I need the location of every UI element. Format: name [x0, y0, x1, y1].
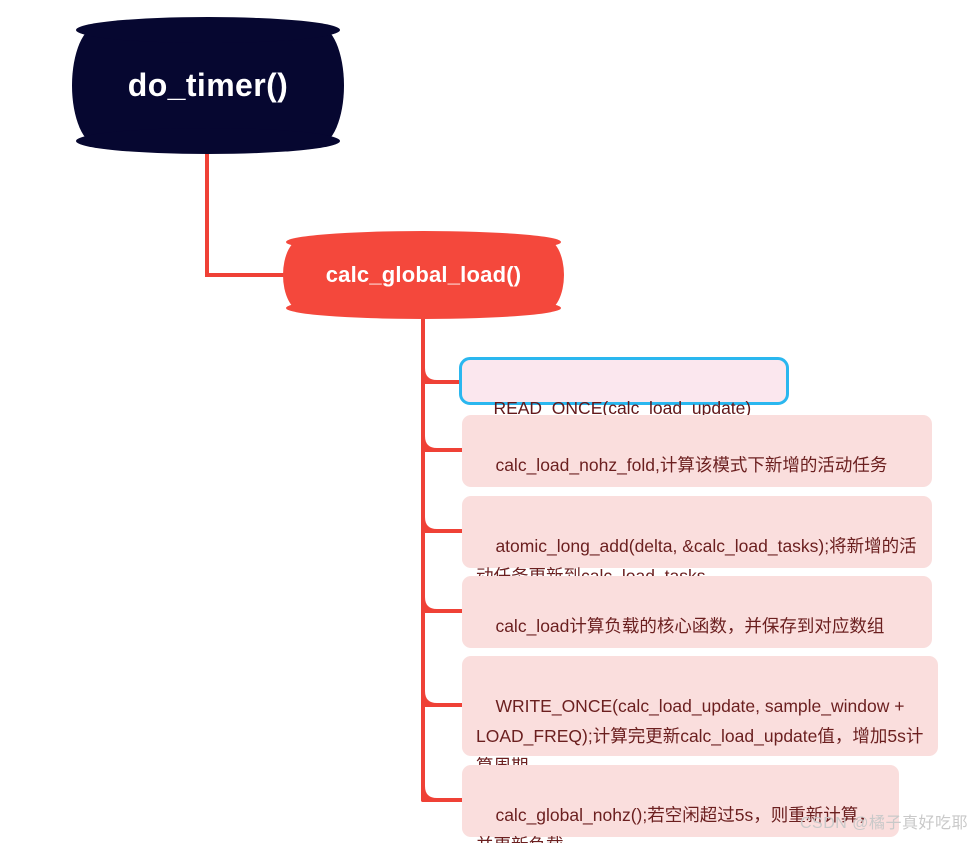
elbow-5: [421, 689, 439, 707]
node-do-timer[interactable]: do_timer(): [72, 17, 344, 154]
leaf-calc-load-nohz-fold-label: calc_load_nohz_fold,计算该模式下新增的活动任务: [495, 455, 888, 475]
node-calc-global-load-label: calc_global_load(): [325, 262, 522, 287]
edge-root-to-calc-global-load: [205, 143, 285, 277]
csdn-watermark: CSDN @橘子真好吃耶: [799, 815, 968, 832]
leaf-calc-load-core[interactable]: calc_load计算负载的核心函数，并保存到对应数组: [462, 576, 932, 648]
leaf-write-once[interactable]: WRITE_ONCE(calc_load_update, sample_wind…: [462, 656, 938, 776]
elbow-3: [421, 515, 439, 533]
leaf-read-once[interactable]: READ_ONCE(calc_load_update): [459, 357, 789, 418]
mindmap-canvas: do_timer() calc_global_load() READ_ONCE(…: [0, 0, 978, 843]
leaf-calc-load-nohz-fold[interactable]: calc_load_nohz_fold,计算该模式下新增的活动任务: [462, 415, 932, 487]
elbow-6: [421, 784, 439, 802]
node-do-timer-label: do_timer(): [127, 67, 289, 103]
node-calc-global-load[interactable]: calc_global_load(): [283, 231, 564, 319]
elbow-2: [421, 434, 439, 452]
elbow-4: [421, 595, 439, 613]
elbow-1: [421, 366, 439, 384]
leaf-write-once-label: WRITE_ONCE(calc_load_update, sample_wind…: [476, 696, 924, 776]
leaf-atomic-long-add[interactable]: atomic_long_add(delta, &calc_load_tasks)…: [462, 496, 932, 586]
leaf-calc-load-core-label: calc_load计算负载的核心函数，并保存到对应数组: [495, 616, 885, 636]
